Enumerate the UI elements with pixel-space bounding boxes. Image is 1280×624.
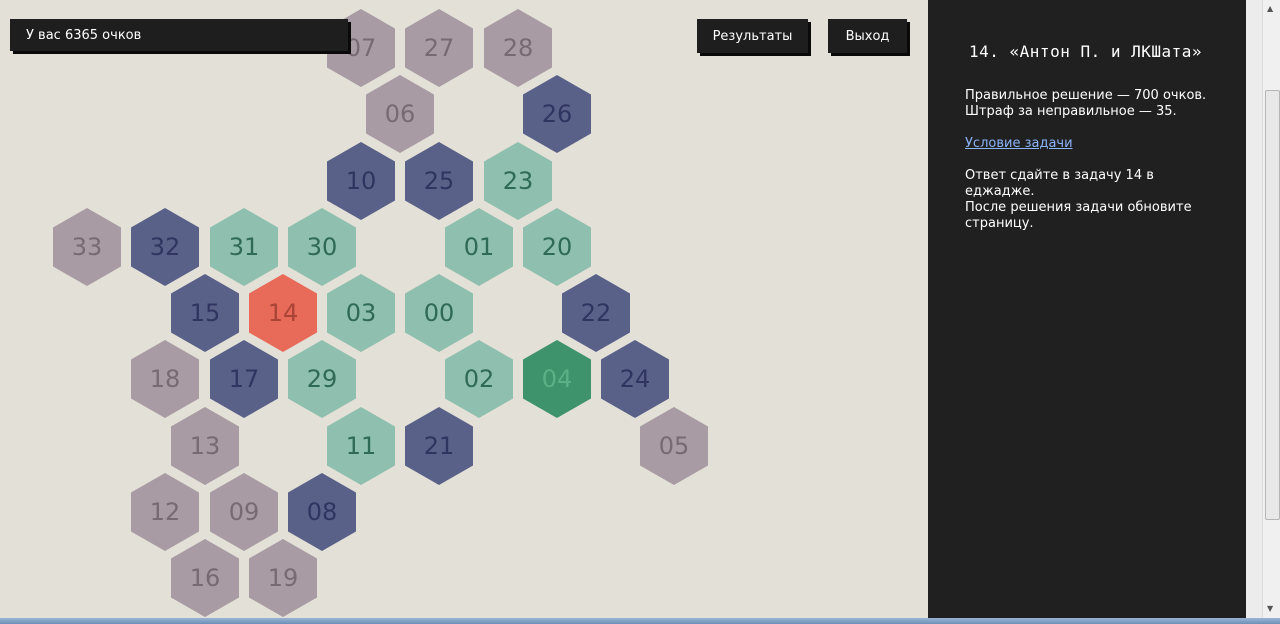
instructions-line-2: После решения задачи обновите страницу. — [965, 200, 1192, 231]
hex-task-32[interactable]: 32 — [131, 208, 199, 286]
task-statement-link[interactable]: Условие задачи — [965, 136, 1073, 151]
window-edge — [1246, 0, 1262, 618]
hex-task-29[interactable]: 29 — [288, 340, 356, 418]
hex-task-03[interactable]: 03 — [327, 274, 395, 352]
score-display: У вас 6365 очков — [10, 19, 348, 51]
hex-task-12[interactable]: 12 — [131, 473, 199, 551]
hex-task-30[interactable]: 30 — [288, 208, 356, 286]
hex-task-22[interactable]: 22 — [562, 274, 630, 352]
hex-task-09[interactable]: 09 — [210, 473, 278, 551]
hex-task-04[interactable]: 04 — [523, 340, 591, 418]
task-title: 14. «Антон П. и ЛКШата» — [969, 42, 1203, 61]
results-button[interactable]: Результаты — [697, 19, 808, 53]
scroll-up-icon[interactable]: ▲ — [1267, 4, 1273, 13]
taskbar — [0, 618, 1280, 624]
exit-button[interactable]: Выход — [828, 19, 907, 53]
hex-task-18[interactable]: 18 — [131, 340, 199, 418]
hex-task-08[interactable]: 08 — [288, 473, 356, 551]
hex-task-01[interactable]: 01 — [445, 208, 513, 286]
hex-task-02[interactable]: 02 — [445, 340, 513, 418]
hex-task-14[interactable]: 14 — [249, 274, 317, 352]
hex-task-06[interactable]: 06 — [366, 75, 434, 153]
task-panel: 14. «Антон П. и ЛКШата» Правильное решен… — [928, 0, 1246, 618]
hex-board: 07 27 28 06 26 10 25 23 33 32 31 30 01 20 15 14 03 00 22 18… — [0, 0, 928, 618]
hex-task-05[interactable]: 05 — [640, 407, 708, 485]
hex-task-20[interactable]: 20 — [523, 208, 591, 286]
task-details: Правильное решение — 700 очков. Штраф за… — [965, 88, 1225, 248]
score-text: У вас 6365 очков — [26, 27, 142, 43]
hex-task-16[interactable]: 16 — [171, 539, 239, 617]
scroll-down-icon[interactable]: ▼ — [1267, 604, 1273, 613]
hex-task-00[interactable]: 00 — [405, 274, 473, 352]
hex-task-19[interactable]: 19 — [249, 539, 317, 617]
hex-task-21[interactable]: 21 — [405, 407, 473, 485]
hex-task-31[interactable]: 31 — [210, 208, 278, 286]
penalty-line: Штраф за неправильное — 35. — [965, 104, 1177, 119]
vertical-scrollbar[interactable]: ▲ ▼ — [1262, 0, 1280, 618]
hex-task-28[interactable]: 28 — [484, 9, 552, 87]
reward-line: Правильное решение — 700 очков. — [965, 88, 1207, 103]
hex-task-26[interactable]: 26 — [523, 75, 591, 153]
instructions-line-1: Ответ сдайте в задачу 14 в еджадже. — [965, 168, 1154, 199]
hex-task-23[interactable]: 23 — [484, 142, 552, 220]
hex-task-10[interactable]: 10 — [327, 142, 395, 220]
hex-task-33[interactable]: 33 — [53, 208, 121, 286]
scroll-thumb[interactable] — [1265, 90, 1280, 520]
hex-task-13[interactable]: 13 — [171, 407, 239, 485]
hex-task-15[interactable]: 15 — [171, 274, 239, 352]
hex-task-11[interactable]: 11 — [327, 407, 395, 485]
hex-task-27[interactable]: 27 — [405, 9, 473, 87]
hex-task-17[interactable]: 17 — [210, 340, 278, 418]
hex-task-24[interactable]: 24 — [601, 340, 669, 418]
hex-task-25[interactable]: 25 — [405, 142, 473, 220]
